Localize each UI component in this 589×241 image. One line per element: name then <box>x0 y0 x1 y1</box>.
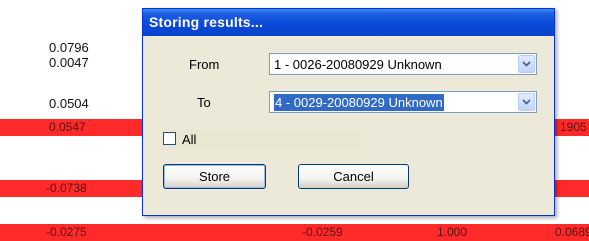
cell-value: -0.0259 <box>302 225 343 239</box>
highlighted-row[interactable] <box>0 224 589 241</box>
cell-value: 0.0796 <box>49 40 89 55</box>
to-select[interactable]: 4 - 0029-20080929 Unknown <box>269 91 537 113</box>
to-select-value: 4 - 0029-20080929 Unknown <box>274 94 444 111</box>
cell-value: 0.0689 <box>555 225 589 239</box>
cell-value: 0.0504 <box>49 96 89 111</box>
from-select-value: 1 - 0026-20080929 Unknown <box>274 57 442 72</box>
all-checkbox-row[interactable]: All <box>163 130 361 150</box>
from-label: From <box>189 57 220 72</box>
to-label: To <box>197 95 211 110</box>
dialog-title[interactable]: Storing results... <box>143 9 554 36</box>
all-checkbox[interactable] <box>163 132 176 145</box>
chevron-down-icon[interactable] <box>518 93 535 111</box>
cell-value: -0.0275 <box>46 225 87 239</box>
all-checkbox-label[interactable]: All <box>182 132 196 147</box>
cell-value: 0.0547 <box>49 120 86 134</box>
store-button[interactable]: Store <box>163 164 266 189</box>
cell-value: 0.0047 <box>49 55 89 70</box>
cell-value: 1.000 <box>437 225 468 239</box>
from-select[interactable]: 1 - 0026-20080929 Unknown <box>269 53 537 75</box>
chevron-down-icon[interactable] <box>518 55 535 73</box>
cancel-button[interactable]: Cancel <box>298 164 409 189</box>
cell-value: 1905 <box>560 120 587 134</box>
cell-value: -0.0738 <box>46 181 87 195</box>
storing-results-dialog: Storing results... From 1 - 0026-2008092… <box>142 8 555 216</box>
